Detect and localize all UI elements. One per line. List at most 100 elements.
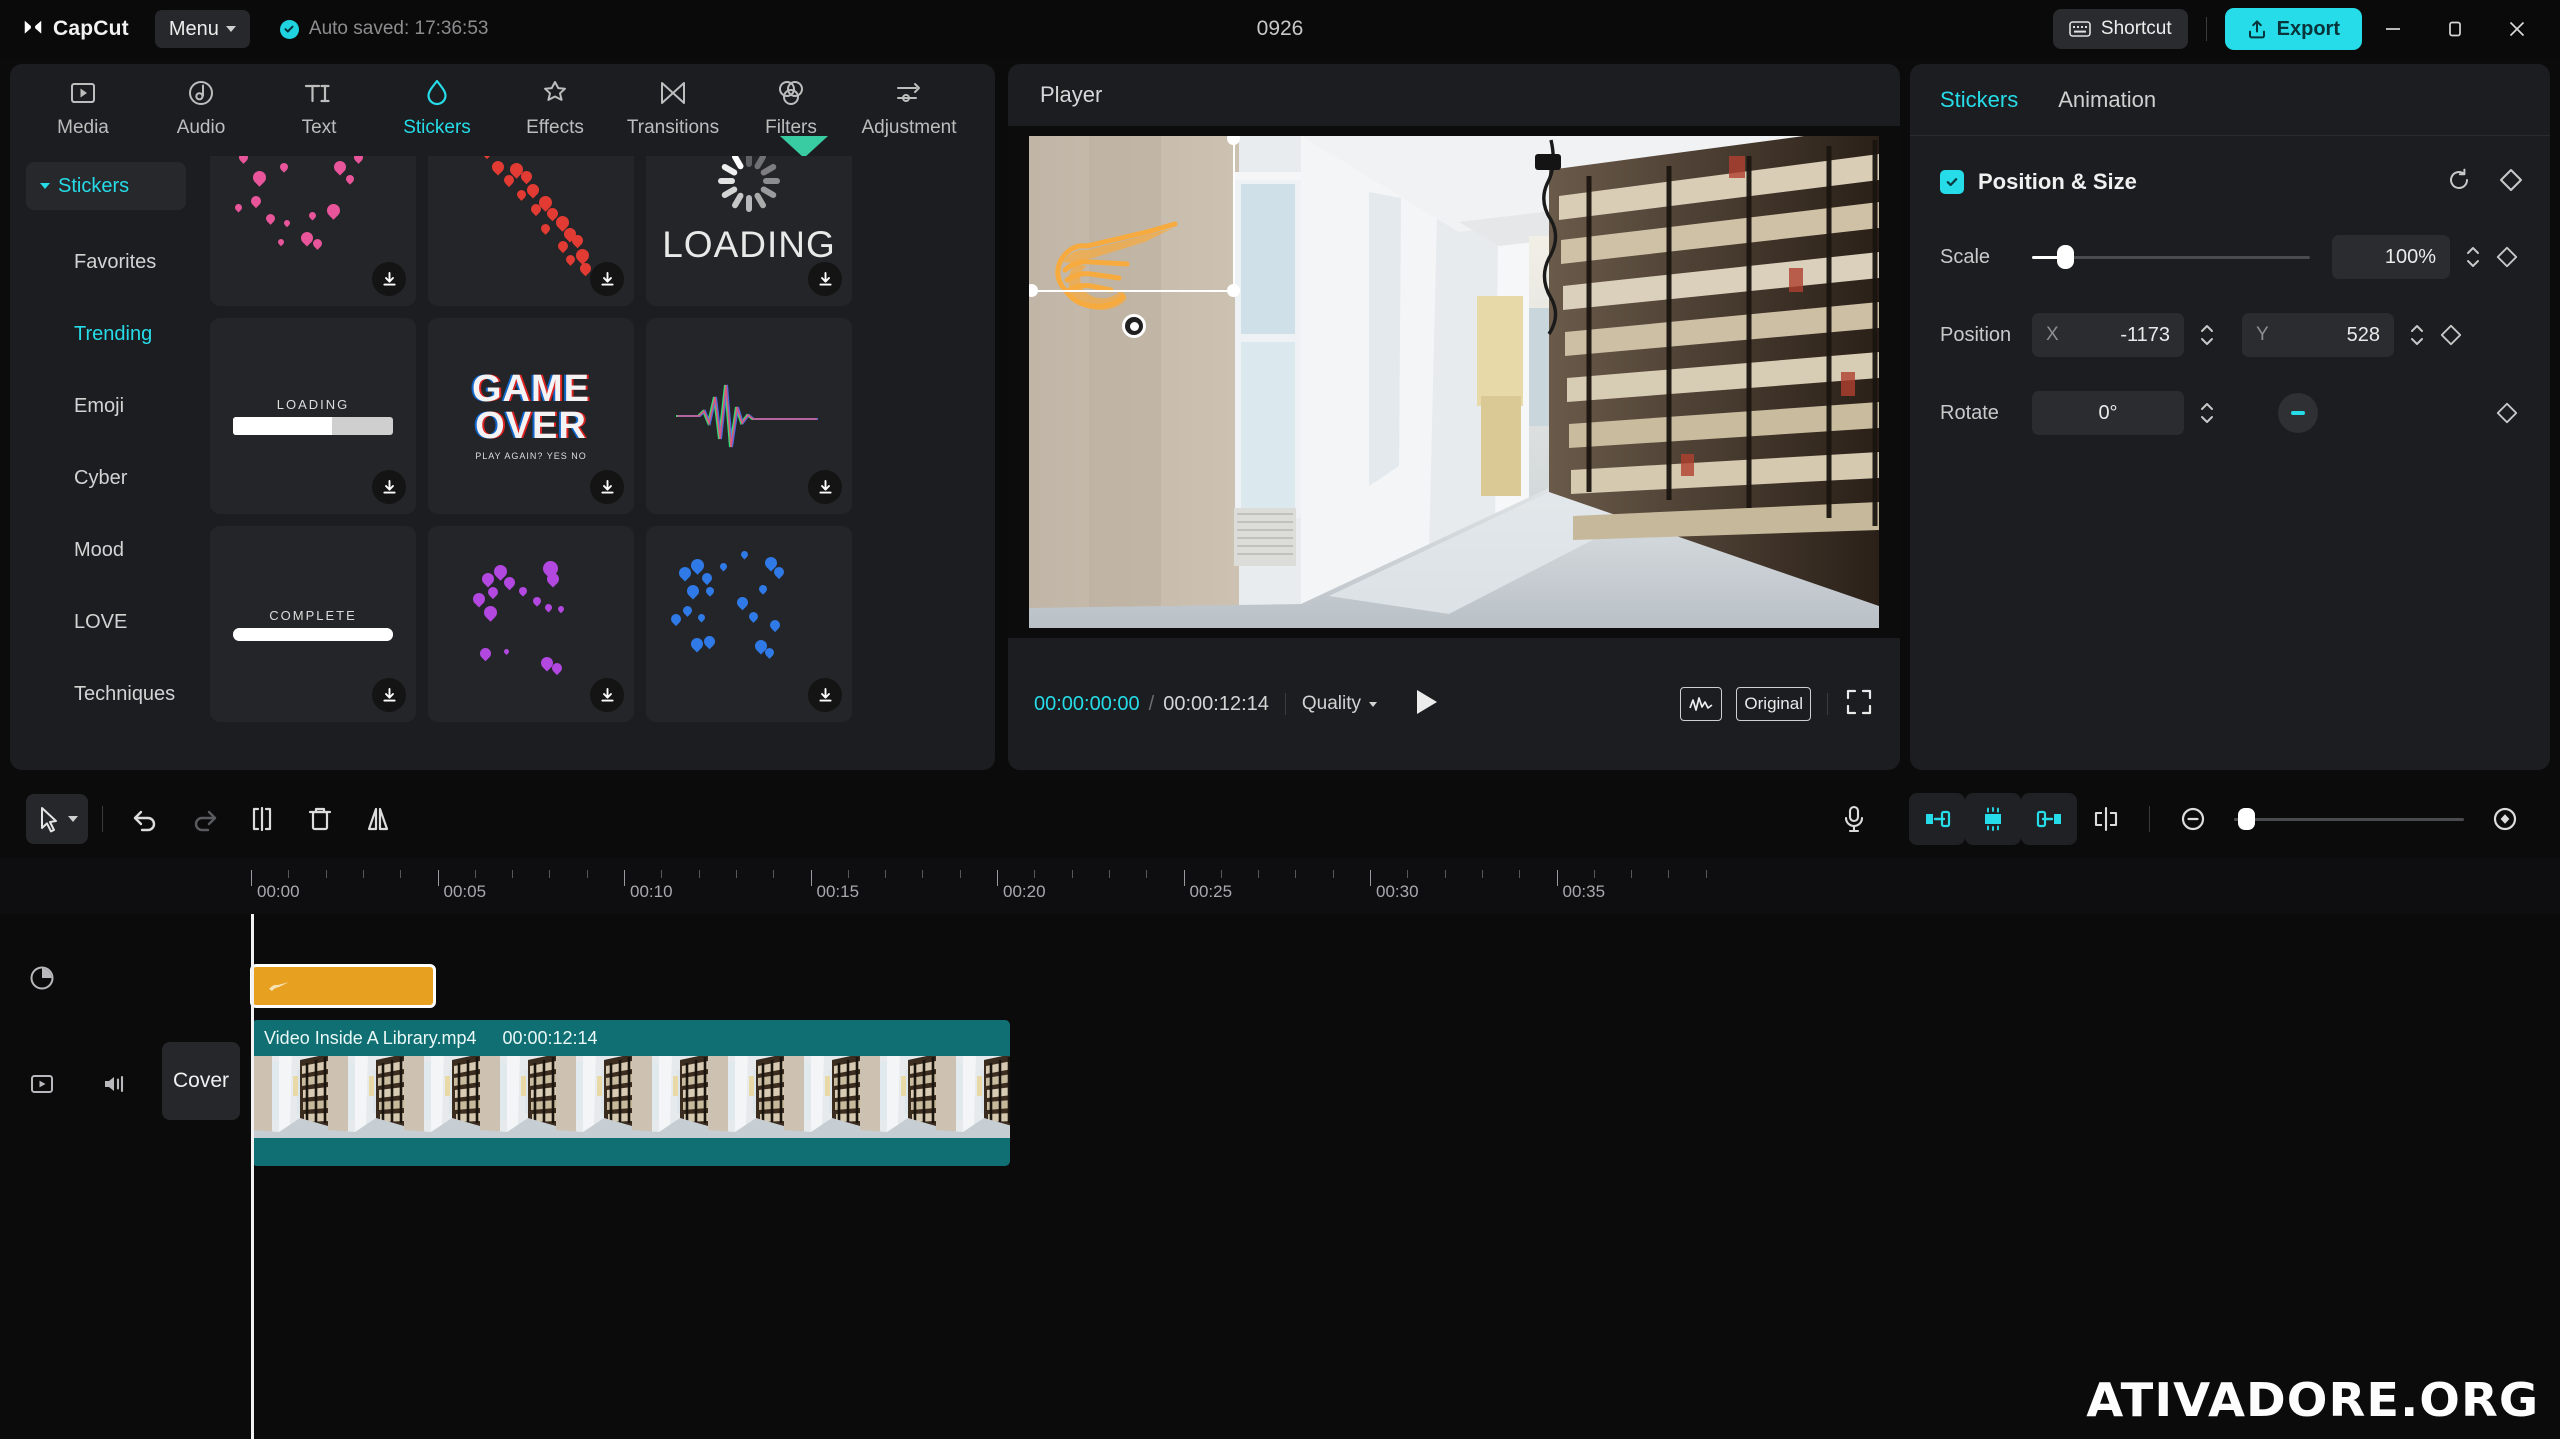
zoom-out-button[interactable] [2164,793,2222,845]
position-keyframe-button[interactable] [2434,323,2468,347]
volume-icon[interactable] [92,1062,136,1106]
ruler-minor-tick [1295,870,1297,878]
download-icon[interactable] [590,262,624,296]
download-icon[interactable] [808,678,842,712]
download-icon[interactable] [808,262,842,296]
sticker-item[interactable] [646,526,852,722]
sticker-item[interactable] [210,156,416,306]
undo-button[interactable] [117,793,175,845]
mirror-button[interactable] [349,793,407,845]
player-canvas[interactable] [1029,136,1879,628]
tab-adjustment[interactable]: Adjustment [850,64,968,150]
sticker-item[interactable]: GAME OVER PLAY AGAIN? YES NO [428,318,634,514]
category-emoji[interactable]: Emoji [10,370,200,442]
slider-knob[interactable] [2057,245,2075,269]
slider-knob[interactable] [2238,808,2255,830]
audio-waveform-button[interactable] [1680,687,1723,721]
ruler-minor-tick [586,870,588,878]
video-clip-header: Video Inside A Library.mp4 00:00:12:14 [252,1020,1010,1056]
tab-stickers[interactable]: Stickers [378,64,496,150]
sticker-clip[interactable] [250,964,436,1008]
chevron-up-icon [2411,325,2423,332]
ruler-major-tick [1183,870,1185,886]
menu-button[interactable]: Menu [154,10,250,48]
download-icon[interactable] [372,470,406,504]
minimize-button[interactable] [2362,0,2424,58]
selection-handle-bottom-right[interactable] [1227,284,1240,297]
rotate-dial[interactable] [2278,393,2318,433]
delete-button[interactable] [291,793,349,845]
tab-media[interactable]: Media [24,64,142,150]
scale-keyframe-button[interactable] [2490,245,2524,269]
export-button[interactable]: Export [2224,8,2362,50]
sticker-grid-wrap: LOADING LOADING GAME OVER PLAY AGAIN? YE… [200,156,995,770]
download-icon[interactable] [590,678,624,712]
position-y-field[interactable]: Y 528 [2242,313,2394,357]
sticker-track-icon[interactable] [20,956,64,1000]
tab-text[interactable]: Text [260,64,378,150]
fit-timeline-button[interactable] [2476,793,2534,845]
tab-animation[interactable]: Animation [2058,87,2156,113]
position-x-field[interactable]: X -1173 [2032,313,2184,357]
tab-audio[interactable]: Audio [142,64,260,150]
scale-value-field[interactable]: 100% [2332,235,2450,279]
position-x-stepper[interactable] [2190,324,2224,346]
playhead[interactable] [251,914,254,1439]
sticker-item[interactable]: COMPLETE [210,526,416,722]
sticker-item[interactable] [428,526,634,722]
shortcut-button[interactable]: Shortcut [2052,9,2188,49]
sticker-item[interactable] [646,318,852,514]
ruler-minor-tick [1593,870,1595,878]
category-techniques[interactable]: Techniques [10,658,200,730]
sticker-item[interactable]: LOADING [210,318,416,514]
split-button[interactable] [233,793,291,845]
aspect-ratio-button[interactable]: Original [1736,687,1811,721]
position-size-checkbox[interactable] [1940,170,1964,194]
category-love[interactable]: LOVE [10,586,200,658]
rotate-value-field[interactable]: 0° [2032,391,2184,435]
category-header-stickers[interactable]: Stickers [26,162,186,210]
play-button[interactable] [1413,687,1441,722]
tab-transitions[interactable]: Transitions [614,64,732,150]
freeze-frame-button[interactable] [1965,793,2021,845]
reset-button[interactable] [2446,167,2472,198]
position-y-stepper[interactable] [2400,324,2434,346]
maximize-button[interactable] [2424,0,2486,58]
scale-slider[interactable] [2032,245,2310,269]
record-voiceover-button[interactable] [1825,793,1883,845]
clip-left-button[interactable] [1909,793,1965,845]
sticker-item[interactable] [428,156,634,306]
video-track-icon[interactable] [20,1062,64,1106]
video-clip[interactable]: Video Inside A Library.mp4 00:00:12:14 [252,1020,1010,1166]
split-marker-button[interactable] [2077,793,2135,845]
close-button[interactable] [2486,0,2548,58]
scale-stepper[interactable] [2456,246,2490,268]
sticker-clip-thumb [269,982,289,991]
clip-right-icon [2036,810,2061,828]
redo-button[interactable] [175,793,233,845]
timeline-ruler[interactable]: 00:00 00:05 00:10 00:15 00:20 00:25 00:30 00:35 [0,858,2560,914]
download-icon[interactable] [590,470,624,504]
rotate-keyframe-button[interactable] [2490,401,2524,425]
category-favorites[interactable]: Favorites [10,226,200,298]
category-cyber[interactable]: Cyber [10,442,200,514]
sticker-selection-box[interactable] [1029,136,1240,297]
tab-effects[interactable]: Effects [496,64,614,150]
select-tool-button[interactable] [26,794,88,844]
cover-button[interactable]: Cover [162,1042,240,1120]
keyframe-button[interactable] [2498,167,2524,198]
download-icon[interactable] [372,262,406,296]
quality-dropdown[interactable]: Quality [1302,693,1378,715]
tab-stickers-properties[interactable]: Stickers [1940,87,2018,113]
category-trending[interactable]: Trending [10,298,200,370]
download-icon[interactable] [372,678,406,712]
clip-right-button[interactable] [2021,793,2077,845]
category-mood[interactable]: Mood [10,514,200,586]
ruler-label: 00:35 [1562,882,1606,901]
fullscreen-button[interactable] [1844,687,1874,722]
rotate-handle[interactable] [1122,314,1146,338]
sticker-item[interactable]: LOADING [646,156,852,306]
rotate-stepper[interactable] [2190,402,2224,424]
timeline-zoom-slider[interactable] [2234,808,2464,830]
download-icon[interactable] [808,470,842,504]
